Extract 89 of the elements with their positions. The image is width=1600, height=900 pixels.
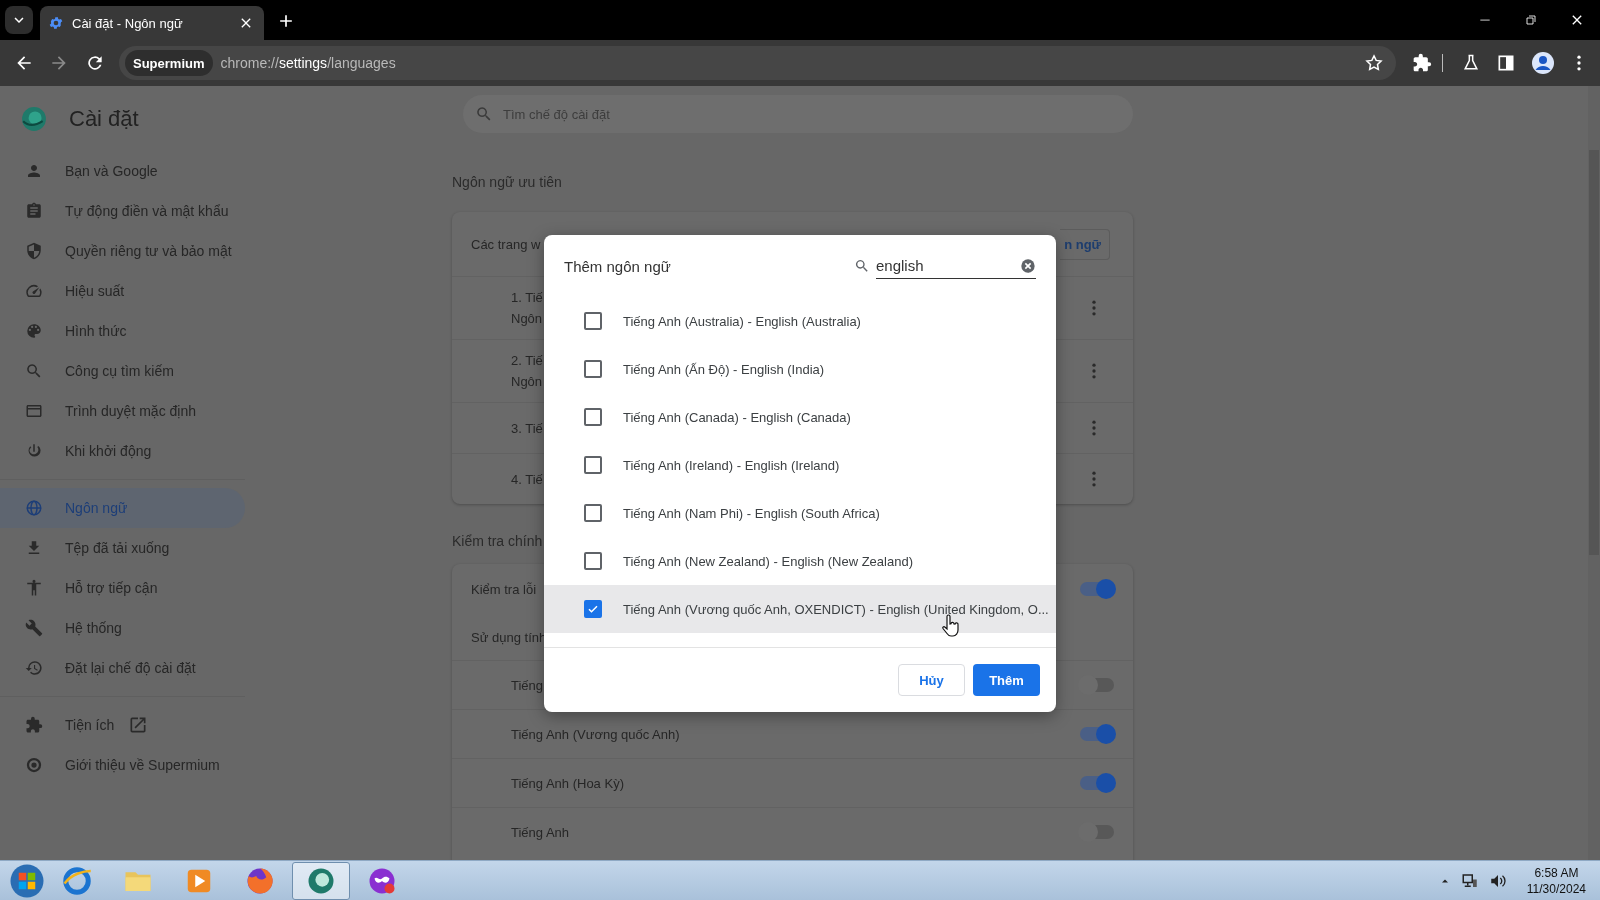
globe-icon bbox=[25, 499, 43, 517]
checkbox[interactable] bbox=[584, 408, 602, 426]
checkbox[interactable] bbox=[584, 504, 602, 522]
sidebar-item[interactable]: Trình duyệt mặc định bbox=[0, 391, 245, 431]
sidebar-item[interactable]: Khi khởi động bbox=[0, 431, 245, 471]
description-text: Các trang w bbox=[471, 236, 541, 252]
language-option[interactable]: Tiếng Anh (Australia) - English (Australia) bbox=[544, 297, 1056, 345]
puzzle-icon[interactable] bbox=[1412, 53, 1432, 73]
language-name: Tiếng Anh (Hoa Kỳ) bbox=[511, 775, 624, 791]
clipboard-icon bbox=[25, 202, 43, 220]
external-link-icon[interactable] bbox=[128, 715, 149, 735]
sidebar-item[interactable]: Tệp đã tải xuống bbox=[0, 528, 245, 568]
checkbox[interactable] bbox=[584, 600, 602, 618]
setting-label: Kiểm tra lỗi bbox=[471, 581, 537, 597]
cancel-button[interactable]: Hủy bbox=[898, 664, 965, 696]
taskbar-app[interactable] bbox=[292, 861, 350, 900]
checkbox[interactable] bbox=[584, 456, 602, 474]
language-option[interactable]: Tiếng Anh (Nam Phi) - English (South Africa) bbox=[544, 489, 1056, 537]
language-option[interactable]: Tiếng Anh (Vương quốc Anh, OXENDICT) - English (United Kingdom, O... bbox=[544, 585, 1056, 633]
sidebar-item[interactable]: Đặt lại chế độ cài đặt bbox=[0, 648, 245, 688]
checkbox[interactable] bbox=[584, 552, 602, 570]
language-name: Tiếng bbox=[511, 677, 544, 693]
wrench-icon bbox=[25, 619, 43, 637]
history-icon bbox=[25, 659, 43, 677]
toggle-switch[interactable] bbox=[1080, 582, 1114, 596]
add-button[interactable]: Thêm bbox=[973, 664, 1040, 696]
language-name: 4. Tiế bbox=[511, 471, 543, 487]
gauge-icon bbox=[25, 282, 43, 300]
avatar-icon[interactable] bbox=[1531, 51, 1555, 75]
ring-icon bbox=[25, 756, 43, 774]
sidebar-item[interactable]: Công cụ tìm kiếm bbox=[0, 351, 245, 391]
checkbox[interactable] bbox=[584, 360, 602, 378]
sidebar-item[interactable]: Quyền riêng tư và bảo mật bbox=[0, 231, 245, 271]
restore-icon[interactable] bbox=[1523, 12, 1539, 28]
language-option[interactable]: Tiếng Anh (Canada) - English (Canada) bbox=[544, 393, 1056, 441]
section-heading: Ngôn ngữ ưu tiên bbox=[452, 173, 563, 192]
toggle-switch[interactable] bbox=[1080, 776, 1114, 790]
language-name: 2. Tiế bbox=[511, 353, 543, 368]
sidebar-item[interactable]: Giới thiệu về Supermium bbox=[0, 745, 245, 785]
gear-icon bbox=[48, 15, 64, 31]
language-option[interactable]: Tiếng Anh (New Zealand) - English (New Zealand) bbox=[544, 537, 1056, 585]
shield-icon bbox=[25, 242, 43, 260]
page-title: Cài đặt bbox=[69, 105, 139, 132]
add-languages-button[interactable]: n ngữ bbox=[1060, 228, 1110, 260]
language-detail: Ngôn bbox=[511, 311, 543, 326]
app-logo-icon bbox=[21, 105, 47, 132]
flask-icon[interactable] bbox=[1461, 53, 1481, 73]
search-icon bbox=[25, 362, 43, 380]
check-icon bbox=[587, 603, 599, 615]
reload-icon[interactable] bbox=[85, 53, 105, 73]
sidebar-item[interactable]: Bạn và Google bbox=[0, 151, 245, 191]
person-icon bbox=[25, 162, 43, 180]
side-panel-icon[interactable] bbox=[1496, 53, 1516, 73]
start-button[interactable] bbox=[9, 862, 45, 899]
sidebar-item[interactable]: Hệ thống bbox=[0, 608, 245, 648]
toggle-switch[interactable] bbox=[1080, 727, 1114, 741]
language-option[interactable]: Tiếng Anh (Ireland) - English (Ireland) bbox=[544, 441, 1056, 489]
sidebar-item[interactable]: Hiệu suất bbox=[0, 271, 245, 311]
tab-list-button[interactable] bbox=[5, 6, 33, 34]
accessibility-icon bbox=[25, 579, 43, 597]
network-icon[interactable] bbox=[1460, 871, 1479, 890]
checkbox[interactable] bbox=[584, 312, 602, 330]
clear-icon[interactable] bbox=[1020, 257, 1036, 274]
language-name: Tiếng Anh bbox=[511, 824, 570, 840]
dialog-title: Thêm ngôn ngữ bbox=[564, 257, 671, 275]
sidebar-item[interactable]: Ngôn ngữ bbox=[0, 488, 245, 528]
star-icon[interactable] bbox=[1364, 53, 1384, 73]
language-option[interactable]: Tiếng Anh (Ấn Độ) - English (India) bbox=[544, 345, 1056, 393]
sidebar-item[interactable]: Tự động điền và mật khẩu bbox=[0, 191, 245, 231]
site-chip[interactable]: Supermium bbox=[125, 50, 213, 76]
search-icon bbox=[854, 258, 870, 274]
sidebar-item[interactable]: Hỗ trợ tiếp cận bbox=[0, 568, 245, 608]
section-heading: Kiểm tra chính bbox=[452, 532, 544, 551]
browser-window-icon bbox=[25, 402, 43, 420]
language-name: 3. Tiế bbox=[511, 420, 543, 436]
puzzle-icon bbox=[25, 716, 43, 734]
search-icon bbox=[475, 105, 493, 123]
browser-tab[interactable]: Cài đặt - Ngôn ngữ bbox=[40, 6, 264, 40]
sidebar-item[interactable]: Hình thức bbox=[0, 311, 245, 351]
palette-icon bbox=[25, 322, 43, 340]
language-detail: Ngôn bbox=[511, 374, 543, 389]
language-name: 1. Tiế bbox=[511, 290, 543, 305]
clock[interactable]: 6:58 AM 11/30/2024 bbox=[1526, 864, 1586, 897]
browser-icon bbox=[62, 865, 92, 896]
address-bar[interactable]: Supermium chrome://settings/languages bbox=[119, 46, 1396, 80]
url-text: chrome://settings/languages bbox=[220, 55, 397, 71]
search-field[interactable]: english bbox=[876, 253, 1036, 279]
sidebar-item[interactable]: Tiện ích bbox=[0, 705, 245, 745]
language-name: Tiếng Anh (Vương quốc Anh) bbox=[511, 726, 680, 742]
